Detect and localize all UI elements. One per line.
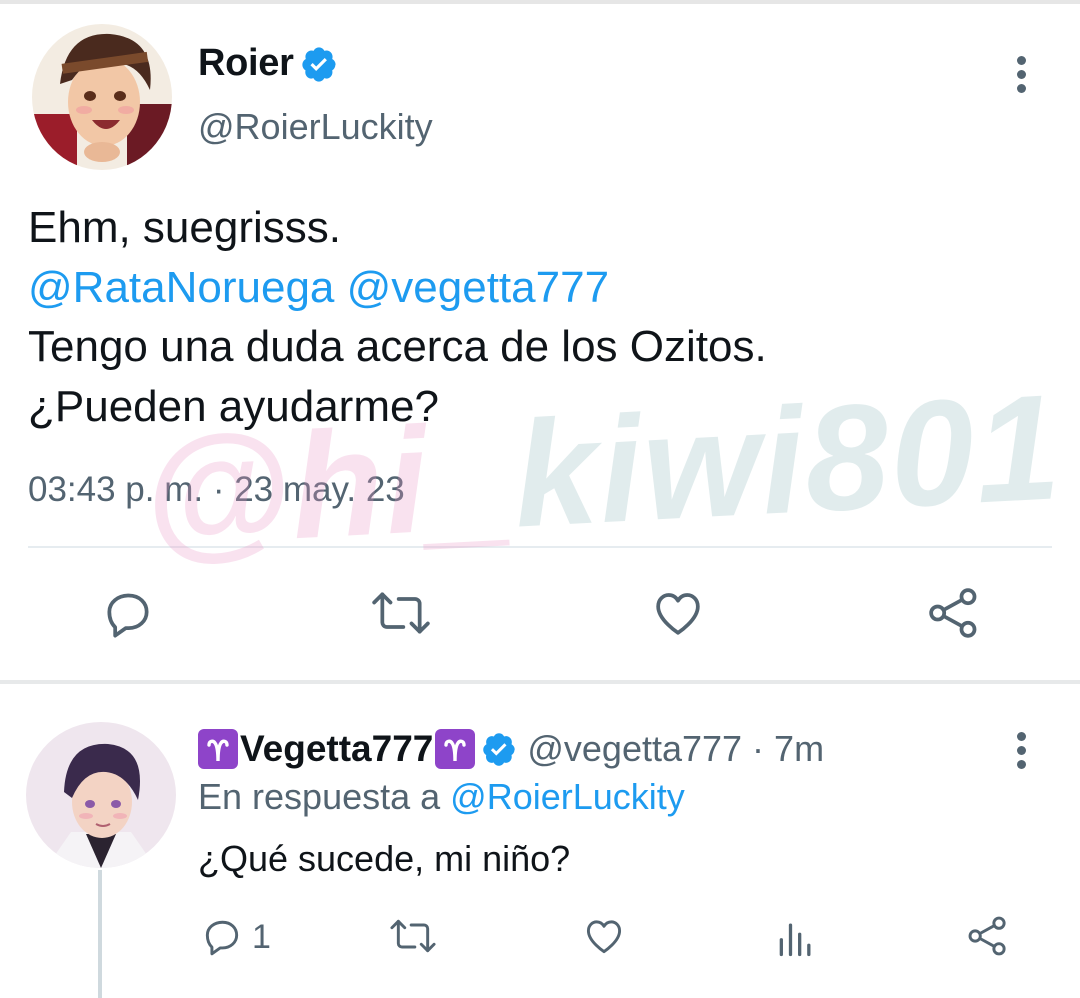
tweet-line: ¿Pueden ayudarme?: [28, 381, 439, 431]
section-separator: [0, 680, 1080, 684]
retweet-icon[interactable]: [388, 914, 438, 963]
tweet-timestamp[interactable]: 03:43 p. m. · 23 may. 23: [28, 470, 405, 510]
reply-icon[interactable]: [100, 585, 156, 646]
verified-badge-icon: [481, 731, 517, 767]
tweet-mentions-line: @RataNoruega @vegetta777: [28, 258, 767, 318]
reply-mention-link[interactable]: @RoierLuckity: [450, 776, 685, 817]
like-icon[interactable]: [582, 914, 626, 963]
share-icon[interactable]: [926, 585, 982, 646]
tweet-line: Ehm, suegrisss.: [28, 203, 341, 252]
retweet-icon[interactable]: [370, 585, 432, 646]
tweet-actions: [0, 585, 1080, 645]
like-icon[interactable]: [650, 585, 706, 646]
reply-prefix: En respuesta a: [198, 776, 441, 817]
views-icon[interactable]: [774, 916, 818, 965]
more-options-icon[interactable]: [1014, 56, 1028, 96]
mention-link[interactable]: @vegetta777: [347, 263, 609, 312]
top-border: [0, 0, 1080, 4]
share-icon[interactable]: [966, 914, 1010, 963]
avatar-roier[interactable]: [32, 24, 172, 170]
tweet-line: Tengo una duda acerca de los Ozitos.: [28, 322, 767, 371]
reply-handle-time[interactable]: @vegetta777 · 7m: [527, 728, 824, 770]
reply-count: 1: [252, 918, 271, 956]
aries-emoji-icon: [198, 729, 238, 769]
reply-actions: [0, 912, 1080, 962]
tweet-body: Ehm, suegrisss. @RataNoruega @vegetta777…: [28, 198, 767, 436]
divider: [28, 546, 1052, 548]
mention-link[interactable]: @RataNoruega: [28, 263, 334, 312]
reply-display-name[interactable]: Vegetta777: [240, 728, 433, 770]
verified-badge-icon: [300, 45, 338, 83]
reply-body: ¿Qué sucede, mi niño?: [198, 838, 571, 879]
handle[interactable]: @RoierLuckity: [198, 106, 433, 148]
reply-context: En respuesta a @RoierLuckity: [198, 776, 685, 818]
avatar-vegetta[interactable]: [26, 722, 176, 868]
display-name[interactable]: Roier: [198, 42, 294, 85]
aries-emoji-icon: [435, 729, 476, 769]
reply-icon[interactable]: [200, 914, 244, 963]
more-options-icon[interactable]: [1014, 732, 1028, 772]
reply-header: Vegetta777 @vegetta777 · 7m: [198, 728, 824, 770]
main-name-row: Roier: [198, 42, 338, 85]
